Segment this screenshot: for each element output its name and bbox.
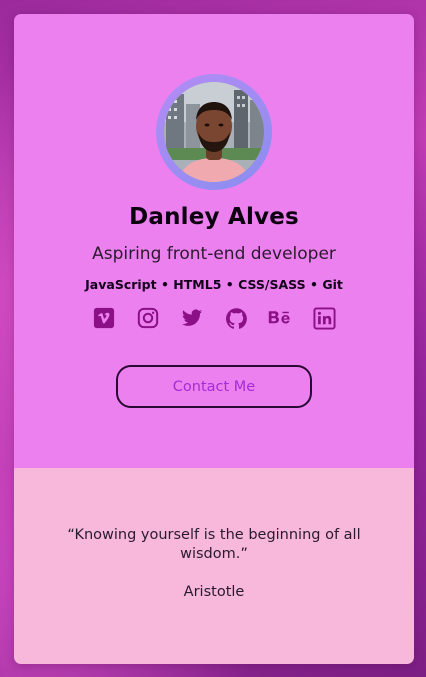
- profile-role: Aspiring front-end developer: [92, 244, 336, 264]
- contact-me-button[interactable]: Contact Me: [116, 365, 312, 408]
- twitter-link[interactable]: [180, 306, 204, 330]
- avatar: [164, 82, 264, 182]
- profile-skills: JavaScript • HTML5 • CSS/SASS • Git: [85, 277, 343, 292]
- linkedin-link[interactable]: [312, 306, 336, 330]
- profile-card: Danley Alves Aspiring front-end develope…: [14, 14, 414, 664]
- github-link[interactable]: [224, 306, 248, 330]
- twitter-icon: [181, 309, 203, 326]
- behance-link[interactable]: [268, 306, 292, 330]
- quote-section: [14, 468, 414, 664]
- linkedin-icon: [312, 306, 336, 330]
- social-links: [92, 305, 336, 331]
- vimeo-icon: [93, 307, 115, 329]
- instagram-icon: [137, 307, 159, 329]
- quote-author: Aristotle: [183, 584, 245, 600]
- profile-name: Danley Alves: [129, 204, 299, 230]
- vimeo-link[interactable]: [92, 306, 116, 330]
- behance-icon: [268, 311, 290, 324]
- avatar-photo: [164, 82, 264, 182]
- instagram-link[interactable]: [136, 306, 160, 330]
- avatar-ring: [156, 74, 272, 190]
- quote-text: “Knowing yourself is the beginning of al…: [67, 527, 361, 562]
- profile-section: Danley Alves Aspiring front-end develope…: [14, 14, 414, 468]
- github-icon: [225, 307, 247, 329]
